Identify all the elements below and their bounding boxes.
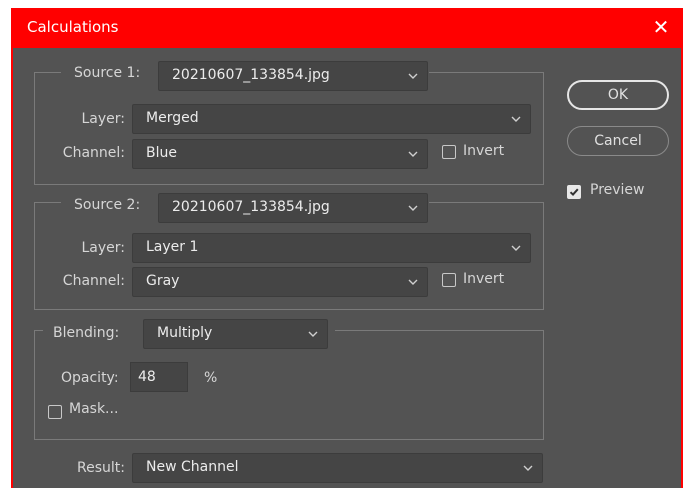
source2-channel-select[interactable]: Gray	[132, 267, 428, 297]
source2-invert-checkbox[interactable]	[442, 273, 456, 287]
blending-mode-select[interactable]: Multiply	[143, 319, 328, 349]
source2-layer-value: Layer 1	[146, 239, 199, 255]
source1-channel-value: Blue	[146, 145, 177, 161]
source1-label: Source 1:	[74, 65, 141, 81]
source1-layer-label: Layer:	[81, 111, 125, 127]
cancel-button[interactable]: Cancel	[567, 126, 669, 156]
close-icon[interactable]: ✕	[641, 8, 681, 48]
source2-layer-label: Layer:	[81, 240, 125, 256]
chevron-down-icon	[511, 245, 521, 251]
preview-checkbox[interactable]	[567, 185, 581, 199]
chevron-down-icon	[408, 279, 418, 285]
chevron-down-icon	[408, 205, 418, 211]
result-value: New Channel	[146, 459, 239, 475]
ok-button[interactable]: OK	[567, 80, 669, 110]
source2-invert-label[interactable]: Invert	[463, 271, 504, 287]
chevron-down-icon	[523, 465, 533, 471]
source1-file-select[interactable]: 20210607_133854.jpg	[158, 61, 428, 91]
opacity-input[interactable]: 48	[130, 362, 188, 392]
calculations-dialog: Calculations ✕ Source 1: 20210607_133854…	[11, 8, 683, 488]
source2-channel-label: Channel:	[62, 273, 125, 289]
mask-checkbox[interactable]	[48, 405, 62, 419]
chevron-down-icon	[308, 331, 318, 337]
result-select[interactable]: New Channel	[132, 453, 543, 483]
result-label: Result:	[77, 460, 125, 476]
source1-channel-label: Channel:	[62, 145, 125, 161]
source2-layer-select[interactable]: Layer 1	[132, 233, 531, 263]
source1-file-value: 20210607_133854.jpg	[172, 67, 330, 83]
dialog-title: Calculations	[27, 18, 119, 36]
chevron-down-icon	[408, 73, 418, 79]
opacity-label: Opacity:	[61, 370, 119, 386]
mask-label[interactable]: Mask...	[69, 401, 118, 417]
source2-channel-value: Gray	[146, 273, 180, 289]
opacity-unit: %	[204, 370, 218, 386]
source2-file-select[interactable]: 20210607_133854.jpg	[158, 193, 428, 223]
source1-layer-value: Merged	[146, 110, 199, 126]
source1-channel-select[interactable]: Blue	[132, 139, 428, 169]
source1-layer-select[interactable]: Merged	[132, 104, 531, 134]
blending-label: Blending:	[53, 325, 120, 341]
source1-invert-label[interactable]: Invert	[463, 143, 504, 159]
preview-label[interactable]: Preview	[590, 182, 645, 198]
blending-mode-value: Multiply	[157, 325, 213, 341]
source2-file-value: 20210607_133854.jpg	[172, 199, 330, 215]
source1-invert-checkbox[interactable]	[442, 145, 456, 159]
title-bar[interactable]: Calculations ✕	[13, 8, 681, 48]
checkmark-icon	[569, 188, 579, 197]
chevron-down-icon	[408, 151, 418, 157]
source2-label: Source 2:	[74, 197, 141, 213]
chevron-down-icon	[511, 116, 521, 122]
